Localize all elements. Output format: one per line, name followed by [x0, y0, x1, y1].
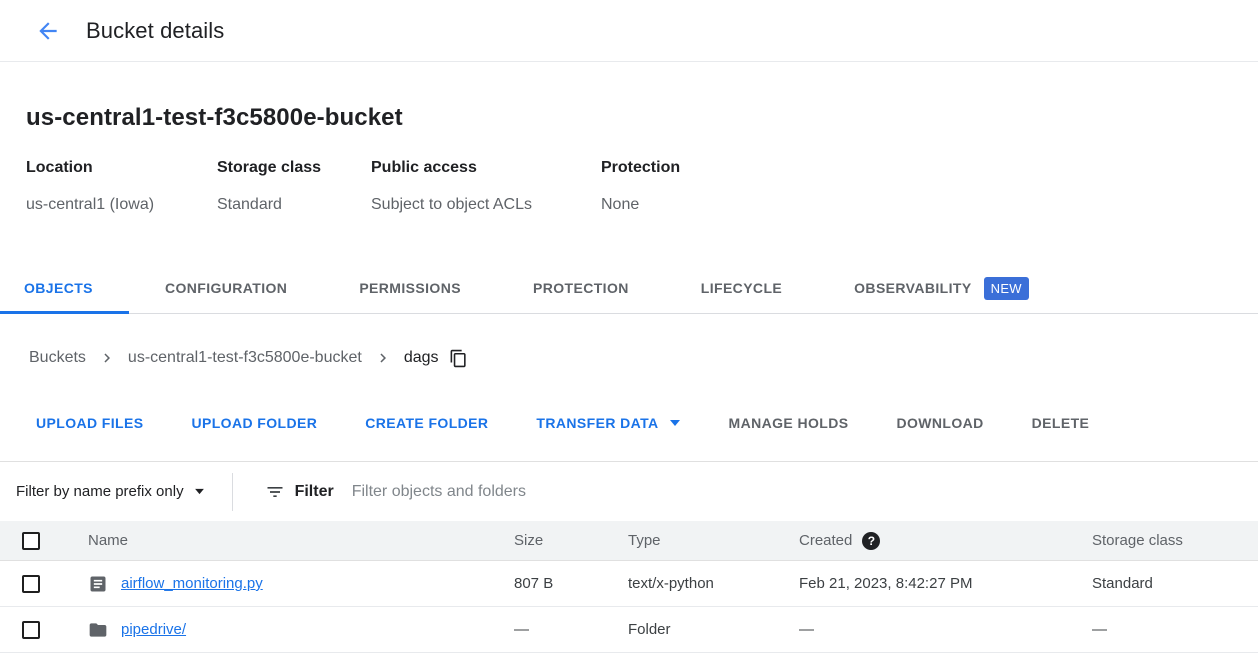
- download-button[interactable]: DOWNLOAD: [896, 415, 983, 431]
- breadcrumb-bucket-name[interactable]: us-central1-test-f3c5800e-bucket: [128, 349, 362, 367]
- meta-storage-class: Storage class Standard: [217, 159, 371, 214]
- arrow-left-icon: [35, 18, 61, 44]
- create-folder-button[interactable]: CREATE FOLDER: [365, 415, 488, 431]
- table-row: airflow_monitoring.py 807 B text/x-pytho…: [0, 561, 1258, 607]
- upload-folder-button[interactable]: UPLOAD FOLDER: [191, 415, 317, 431]
- arrow-drop-down-icon: [669, 419, 681, 427]
- cell-size: 807 B: [514, 575, 628, 592]
- meta-location: Location us-central1 (Iowa): [26, 159, 217, 214]
- meta-value: Standard: [217, 196, 351, 214]
- delete-button[interactable]: DELETE: [1032, 415, 1090, 431]
- file-icon: [88, 574, 108, 594]
- tab-protection[interactable]: PROTECTION: [497, 265, 665, 314]
- bucket-summary: us-central1-test-f3c5800e-bucket Locatio…: [0, 62, 1258, 265]
- column-header-storage-class: Storage class: [1092, 532, 1258, 549]
- bucket-name: us-central1-test-f3c5800e-bucket: [26, 104, 1258, 132]
- meta-label: Public access: [371, 159, 581, 177]
- transfer-data-button[interactable]: TRANSFER DATA: [536, 415, 680, 431]
- page-title: Bucket details: [86, 18, 224, 44]
- object-link[interactable]: pipedrive/: [121, 621, 186, 638]
- meta-label: Storage class: [217, 159, 351, 177]
- cell-created: Feb 21, 2023, 8:42:27 PM: [799, 575, 1092, 592]
- column-header-size: Size: [514, 532, 628, 549]
- tab-bar: OBJECTS CONFIGURATION PERMISSIONS PROTEC…: [0, 265, 1258, 314]
- folder-icon: [88, 620, 108, 640]
- breadcrumb: Buckets us-central1-test-f3c5800e-bucket…: [0, 314, 1258, 384]
- new-badge: NEW: [984, 277, 1029, 300]
- table-row: pipedrive/ — Folder — —: [0, 607, 1258, 653]
- meta-value: us-central1 (Iowa): [26, 196, 197, 214]
- filter-label: Filter: [295, 483, 334, 501]
- cell-size: —: [514, 621, 628, 638]
- meta-value: Subject to object ACLs: [371, 196, 581, 214]
- filter-scope-dropdown[interactable]: Filter by name prefix only: [16, 483, 205, 500]
- vertical-divider: [232, 473, 233, 511]
- column-header-name: Name: [88, 532, 514, 549]
- cell-created: —: [799, 621, 1092, 638]
- filter-input[interactable]: [352, 483, 1258, 501]
- breadcrumb-current-folder: dags: [404, 349, 439, 367]
- tab-permissions[interactable]: PERMISSIONS: [323, 265, 497, 314]
- object-actions-toolbar: UPLOAD FILES UPLOAD FOLDER CREATE FOLDER…: [0, 384, 1258, 462]
- cell-type: text/x-python: [628, 575, 799, 592]
- bucket-meta: Location us-central1 (Iowa) Storage clas…: [26, 159, 1258, 214]
- meta-label: Location: [26, 159, 197, 177]
- arrow-drop-down-icon: [194, 488, 205, 495]
- chevron-right-icon: [98, 349, 116, 367]
- tab-observability[interactable]: OBSERVABILITY NEW: [818, 265, 1065, 314]
- breadcrumb-buckets[interactable]: Buckets: [29, 349, 86, 367]
- app-bar: Bucket details: [0, 0, 1258, 62]
- column-header-type: Type: [628, 532, 799, 549]
- row-checkbox[interactable]: [22, 575, 40, 593]
- help-icon[interactable]: ?: [862, 532, 880, 550]
- upload-files-button[interactable]: UPLOAD FILES: [36, 415, 143, 431]
- column-header-created: Created ?: [799, 532, 1092, 550]
- cell-storage-class: Standard: [1092, 575, 1258, 592]
- cell-type: Folder: [628, 621, 799, 638]
- select-all-checkbox[interactable]: [22, 532, 40, 550]
- meta-label: Protection: [601, 159, 680, 177]
- copy-icon[interactable]: [449, 349, 468, 368]
- back-button[interactable]: [28, 11, 68, 51]
- object-link[interactable]: airflow_monitoring.py: [121, 575, 263, 592]
- meta-value: None: [601, 196, 680, 214]
- row-checkbox[interactable]: [22, 621, 40, 639]
- chevron-right-icon: [374, 349, 392, 367]
- filter-bar: Filter by name prefix only Filter: [0, 462, 1258, 521]
- filter-list-icon: [265, 482, 285, 502]
- tab-lifecycle[interactable]: LIFECYCLE: [665, 265, 818, 314]
- meta-public-access: Public access Subject to object ACLs: [371, 159, 601, 214]
- cell-storage-class: —: [1092, 621, 1258, 638]
- manage-holds-button[interactable]: MANAGE HOLDS: [729, 415, 849, 431]
- table-header: Name Size Type Created ? Storage class: [0, 521, 1258, 561]
- meta-protection: Protection None: [601, 159, 700, 214]
- tab-configuration[interactable]: CONFIGURATION: [129, 265, 323, 314]
- tab-objects[interactable]: OBJECTS: [0, 265, 129, 314]
